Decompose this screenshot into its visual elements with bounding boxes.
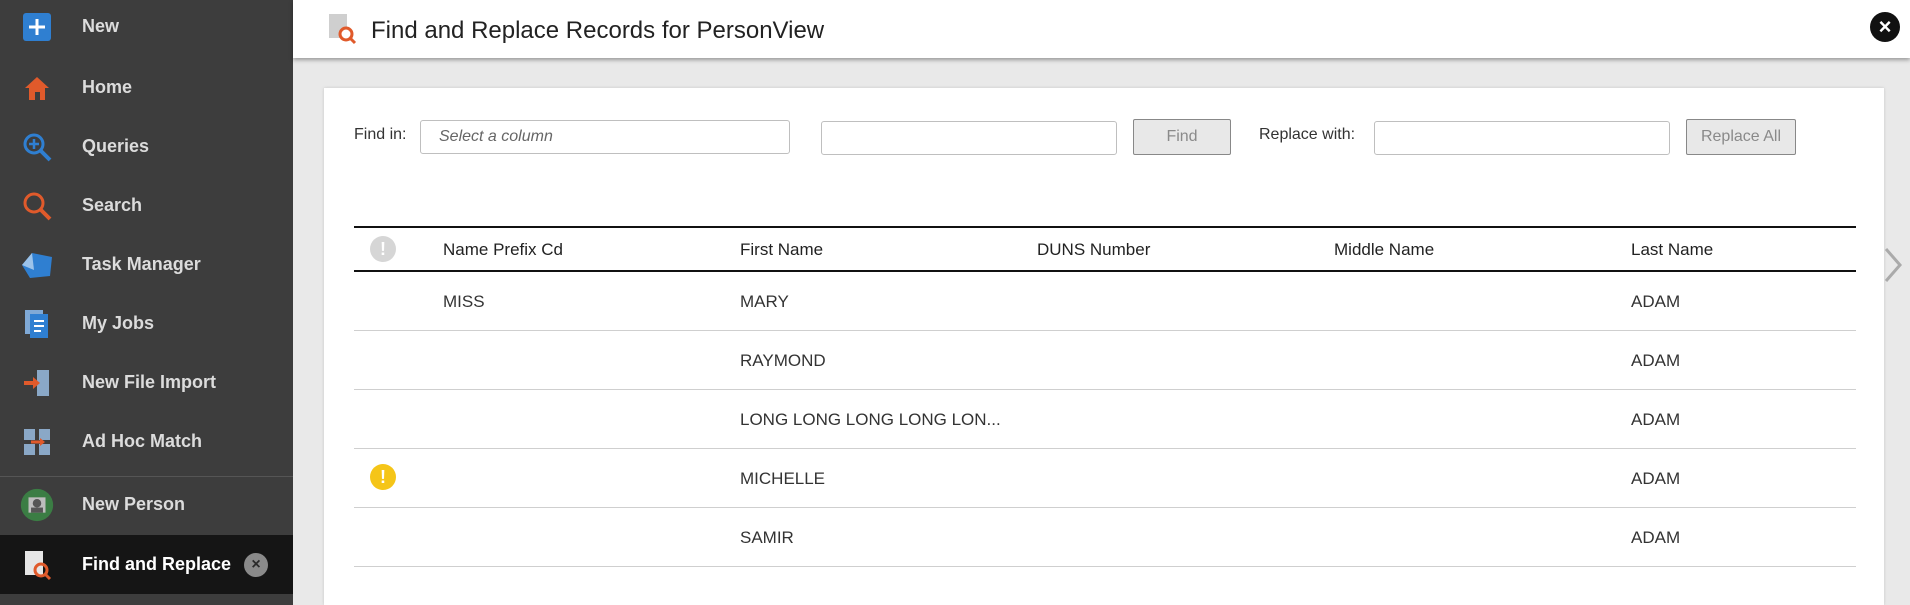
sidebar-item-my-jobs[interactable]: My Jobs (0, 294, 293, 353)
plus-icon (20, 10, 54, 44)
records-table: ! Name Prefix Cd First Name DUNS Number … (354, 226, 1856, 567)
sidebar-item-new[interactable]: New (0, 0, 293, 56)
find-replace-icon (20, 548, 54, 582)
table-row[interactable]: ! MICHELLE ADAM (354, 449, 1856, 508)
replace-all-button[interactable]: Replace All (1686, 119, 1796, 155)
column-header-middle-name[interactable]: Middle Name (1334, 240, 1434, 260)
column-header-last-name[interactable]: Last Name (1631, 240, 1713, 260)
find-replace-icon (327, 13, 357, 45)
warning-icon: ! (370, 464, 396, 490)
sidebar-item-label: Search (82, 195, 143, 215)
cell-name-prefix-cd: MISS (443, 292, 485, 311)
sidebar-item-find-and-replace[interactable]: Find and Replace × (0, 535, 293, 594)
sidebar-item-ad-hoc-match[interactable]: Ad Hoc Match (0, 412, 293, 471)
table-row[interactable]: MISS MARY ADAM (354, 272, 1856, 331)
table-row[interactable]: SAMIR ADAM (354, 508, 1856, 567)
find-button[interactable]: Find (1133, 119, 1231, 155)
sidebar-item-label: New Person (82, 494, 186, 514)
warning-column-icon: ! (370, 236, 396, 262)
sidebar-item-home[interactable]: Home (0, 58, 293, 117)
column-header-name-prefix-cd[interactable]: Name Prefix Cd (443, 240, 563, 260)
cell-last-name: ADAM (1631, 469, 1681, 488)
ad-hoc-match-icon (20, 425, 54, 459)
sidebar-item-new-person[interactable]: New Person (0, 475, 293, 534)
cell-last-name: ADAM (1631, 410, 1681, 429)
find-in-label: Find in: (354, 126, 407, 143)
cell-first-name: LONG LONG LONG LONG LON... (740, 410, 1001, 429)
chevron-right-icon[interactable] (1880, 245, 1906, 285)
close-tab-icon[interactable]: × (244, 552, 268, 577)
replace-with-label: Replace with: (1259, 126, 1356, 143)
column-header-duns-number[interactable]: DUNS Number (1037, 240, 1150, 260)
zoom-in-icon (20, 130, 54, 164)
cell-first-name: MICHELLE (740, 469, 826, 488)
find-value-input[interactable] (821, 121, 1117, 155)
search-icon (20, 189, 54, 223)
cell-first-name: RAYMOND (740, 351, 826, 370)
sidebar-item-search[interactable]: Search (0, 176, 293, 235)
sidebar-item-label: Home (82, 77, 133, 97)
sidebar-item-label: Task Manager (82, 254, 201, 274)
sidebar-item-label: Find and Replace (82, 554, 232, 574)
column-select[interactable] (420, 120, 790, 154)
table-row[interactable]: LONG LONG LONG LONG LON... ADAM (354, 390, 1856, 449)
dialog-header: Find and Replace Records for PersonView … (293, 0, 1910, 58)
find-replace-panel: Find in: Find Replace with: Replace All … (324, 88, 1884, 605)
sidebar-item-label: New (82, 16, 120, 36)
sidebar-item-queries[interactable]: Queries (0, 117, 293, 176)
table-row[interactable]: RAYMOND ADAM (354, 331, 1856, 390)
cell-first-name: SAMIR (740, 528, 794, 547)
sidebar-item-label: Ad Hoc Match (82, 431, 203, 451)
person-avatar-icon (20, 488, 54, 522)
cell-last-name: ADAM (1631, 292, 1681, 311)
sidebar-item-label: Queries (82, 136, 150, 156)
jobs-icon (20, 307, 54, 341)
sidebar-item-label: New File Import (82, 372, 217, 392)
cell-first-name: MARY (740, 292, 789, 311)
cell-last-name: ADAM (1631, 351, 1681, 370)
page-title: Find and Replace Records for PersonView (371, 17, 825, 44)
sidebar-item-task-manager[interactable]: Task Manager (0, 235, 293, 294)
close-icon[interactable]: × (1870, 12, 1900, 42)
cell-last-name: ADAM (1631, 528, 1681, 547)
home-icon (20, 71, 54, 105)
file-import-icon (20, 366, 54, 400)
column-header-first-name[interactable]: First Name (740, 240, 823, 260)
sidebar-item-new-file-import[interactable]: New File Import (0, 353, 293, 412)
task-manager-icon (20, 248, 54, 282)
sidebar-item-label: My Jobs (82, 313, 155, 333)
replace-with-input[interactable] (1374, 121, 1670, 155)
table-header: ! Name Prefix Cd First Name DUNS Number … (354, 226, 1856, 272)
sidebar: New Home Queries Search Task Manager My … (0, 0, 293, 605)
